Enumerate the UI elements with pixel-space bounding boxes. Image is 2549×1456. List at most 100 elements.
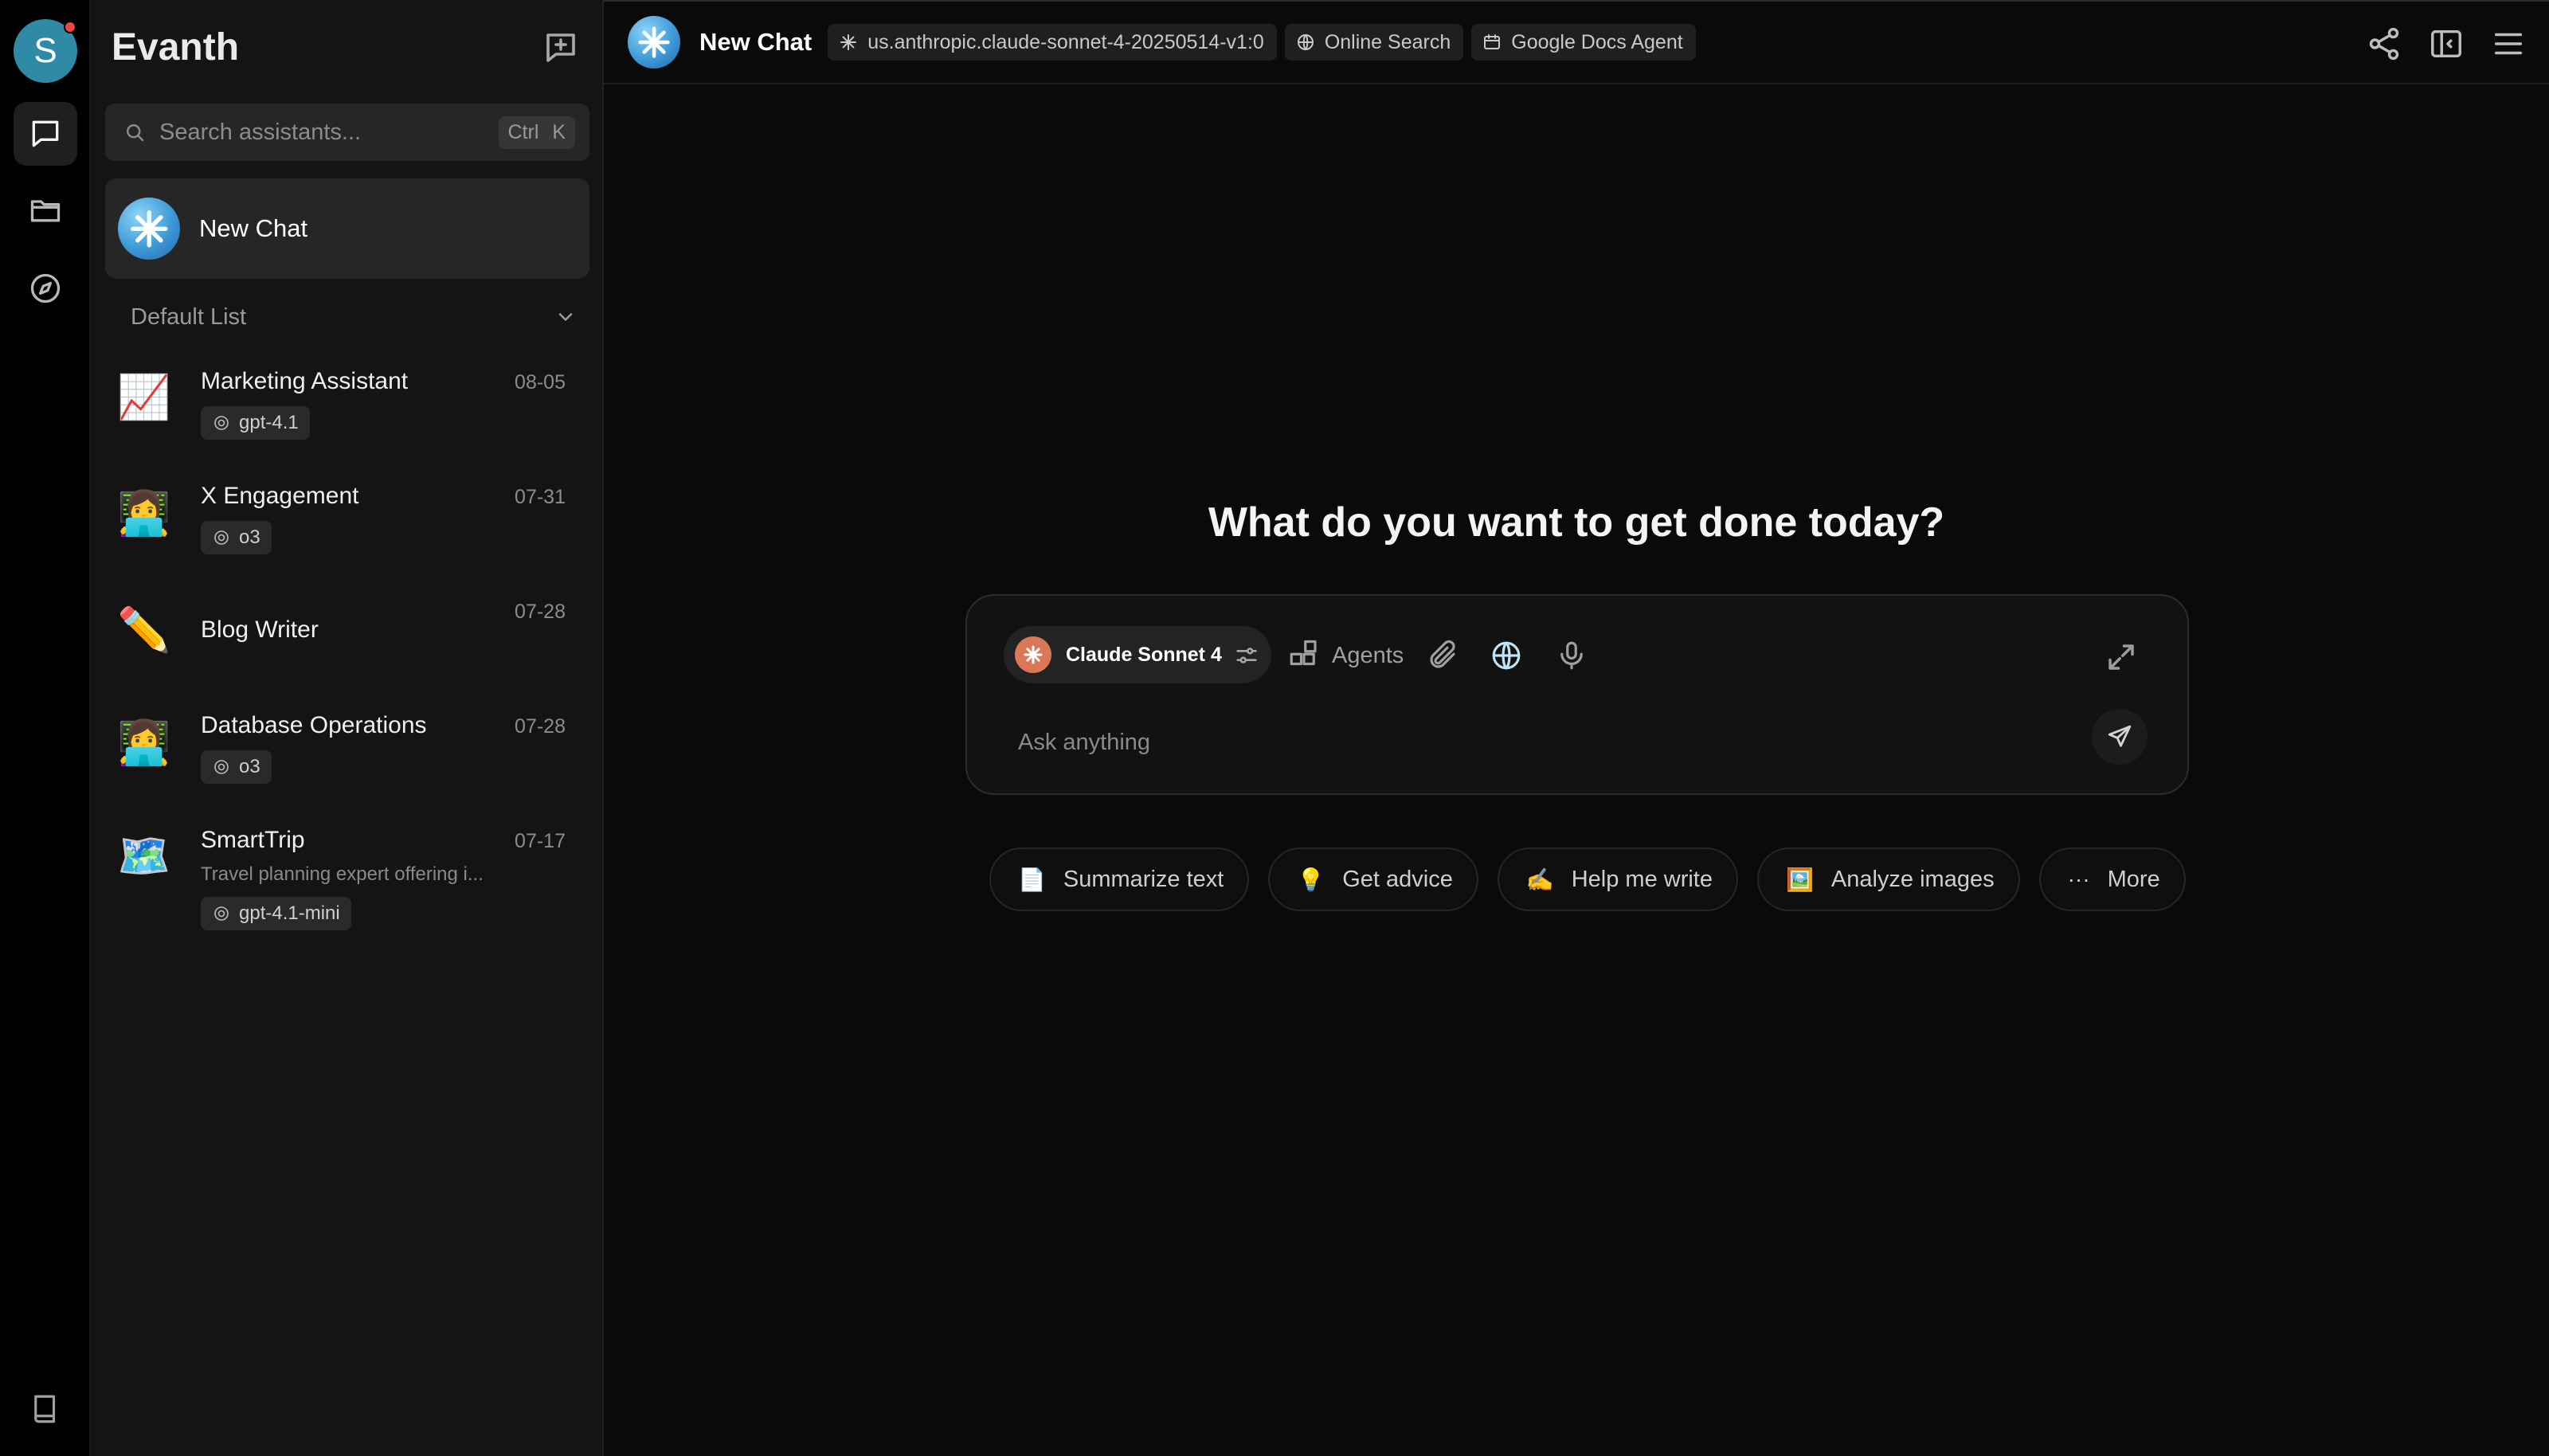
suggestion-label: Get advice [1342, 866, 1453, 892]
chat-icon [32, 120, 59, 147]
model-chip[interactable]: us.anthropic.claude-sonnet-4-20250514-v1… [828, 24, 1277, 61]
suggestion-advice[interactable]: 💡 Get advice [1268, 847, 1478, 911]
sliders-icon [1236, 648, 1257, 663]
message-composer: Claude Sonnet 4 Agents [965, 594, 2189, 795]
book-icon [34, 1395, 56, 1423]
globe-icon [1297, 34, 1314, 50]
list-item[interactable]: 👩‍💻 X Engagement 07-31 o3 [105, 468, 589, 572]
model-name: Claude Sonnet 4 [1066, 643, 1222, 666]
search-shortcut: Ctrl K [498, 115, 575, 149]
agent-chip[interactable]: Google Docs Agent [1471, 24, 1696, 61]
assistant-description: Travel planning expert offering i... [201, 863, 484, 885]
assistant-sidebar: Evanth Ctrl K New Chat Default List 📈 Ma… [91, 0, 604, 1456]
list-title: Default List [131, 303, 247, 330]
suggestion-label: More [2107, 866, 2160, 892]
default-list-header[interactable]: Default List [131, 301, 577, 333]
model-tag: o3 [201, 521, 272, 554]
discover-nav-button[interactable] [14, 256, 77, 320]
hamburger-icon [2494, 33, 2523, 55]
writing-hand-icon: ✍️ [1525, 867, 1554, 892]
sidebar-toggle-icon [2431, 29, 2461, 58]
suggestion-label: Help me write [1571, 866, 1713, 892]
send-button[interactable] [2092, 709, 2148, 765]
chevron-down-icon [558, 313, 573, 321]
model-tag-label: gpt-4.1 [239, 412, 299, 433]
assistant-date: 07-31 [515, 486, 566, 508]
attach-button[interactable] [1426, 637, 1459, 674]
model-chip-label: us.anthropic.claude-sonnet-4-20250514-v1… [867, 30, 1264, 53]
suggestion-label: Analyze images [1831, 866, 1995, 892]
chart-emoji-icon: 📈 [117, 374, 171, 421]
document-icon: 📄 [1018, 867, 1046, 892]
message-input[interactable] [1018, 718, 2054, 766]
openai-icon [214, 906, 229, 921]
picture-icon: 🖼️ [1786, 867, 1814, 892]
list-item[interactable]: 👩‍💻 Database Operations 07-28 o3 [105, 698, 589, 801]
list-item[interactable]: ✏️ Blog Writer 07-28 [105, 583, 589, 687]
assistant-name: Database Operations [201, 712, 427, 738]
new-chat-icon [546, 33, 575, 62]
suggestion-label: Summarize text [1063, 866, 1224, 892]
assistant-date: 07-28 [515, 715, 566, 738]
share-icon [2369, 27, 2399, 61]
new-chat-label: New Chat [199, 214, 308, 242]
list-item[interactable]: 📈 Marketing Assistant 08-05 gpt-4.1 [105, 354, 589, 457]
expand-icon [2109, 644, 2134, 670]
agents-button[interactable]: Agents [1287, 637, 1404, 674]
share-button[interactable] [2366, 25, 2402, 62]
assistant-search[interactable]: Ctrl K [105, 104, 589, 161]
world-map-emoji-icon: 🗺️ [117, 832, 171, 880]
suggestion-chips: 📄 Summarize text 💡 Get advice ✍️ Help me… [989, 847, 2186, 911]
model-tag-label: o3 [239, 756, 260, 777]
lightbulb-icon: 💡 [1297, 867, 1325, 892]
sunburst-avatar-icon [628, 16, 680, 68]
voice-input-button[interactable] [1555, 637, 1588, 674]
web-search-toggle[interactable] [1490, 637, 1523, 674]
agents-label: Agents [1332, 642, 1404, 668]
new-chat-button[interactable] [542, 29, 580, 67]
send-icon [2108, 725, 2132, 747]
model-selector[interactable]: Claude Sonnet 4 [1004, 626, 1271, 683]
model-tag: gpt-4.1 [201, 406, 310, 440]
model-tag: o3 [201, 750, 272, 784]
brand-title: Evanth [112, 26, 240, 68]
ellipsis-icon: ··· [2067, 867, 2090, 891]
menu-button[interactable] [2490, 25, 2527, 62]
list-item[interactable]: 🗺️ SmartTrip 07-17 Travel planning exper… [105, 812, 589, 940]
technologist-emoji-icon: 👩‍💻 [117, 490, 171, 538]
avatar-letter: S [33, 31, 57, 70]
assistant-date: 08-05 [515, 371, 566, 393]
model-tag: gpt-4.1-mini [201, 897, 351, 930]
claude-logo-icon [1015, 636, 1051, 673]
expand-button[interactable] [2105, 640, 2138, 674]
new-chat-item[interactable]: New Chat [105, 178, 589, 279]
toggle-panel-button[interactable] [2428, 25, 2465, 62]
globe-icon [1492, 641, 1521, 670]
docs-button[interactable] [29, 1392, 62, 1426]
chat-main: New Chat us.anthropic.claude-sonnet-4-20… [604, 0, 2549, 1456]
suggestion-summarize[interactable]: 📄 Summarize text [989, 847, 1250, 911]
suggestion-more[interactable]: ··· More [2038, 847, 2186, 911]
files-nav-button[interactable] [14, 178, 77, 242]
calendar-icon [1484, 34, 1501, 49]
search-icon [127, 124, 144, 142]
chat-title: New Chat [699, 28, 812, 56]
assistant-date: 07-17 [515, 830, 566, 852]
apps-icon [1290, 640, 1317, 666]
compass-icon [30, 273, 61, 303]
search-input[interactable] [159, 119, 499, 146]
online-search-chip[interactable]: Online Search [1284, 24, 1464, 61]
assistant-name: X Engagement [201, 483, 359, 509]
pencil-emoji-icon: ✏️ [117, 606, 171, 654]
suggestion-write[interactable]: ✍️ Help me write [1497, 847, 1738, 911]
assistant-date: 07-28 [515, 601, 566, 623]
chat-nav-button[interactable] [14, 102, 77, 166]
openai-icon [214, 416, 229, 430]
assistant-name: Marketing Assistant [201, 368, 409, 394]
suggestion-analyze-images[interactable]: 🖼️ Analyze images [1757, 847, 2020, 911]
model-settings-button[interactable] [1233, 642, 1260, 669]
folder-icon [30, 200, 61, 222]
anthropic-star-icon [840, 34, 857, 50]
assistant-name: SmartTrip [201, 827, 305, 853]
header-actions [2366, 25, 2527, 62]
